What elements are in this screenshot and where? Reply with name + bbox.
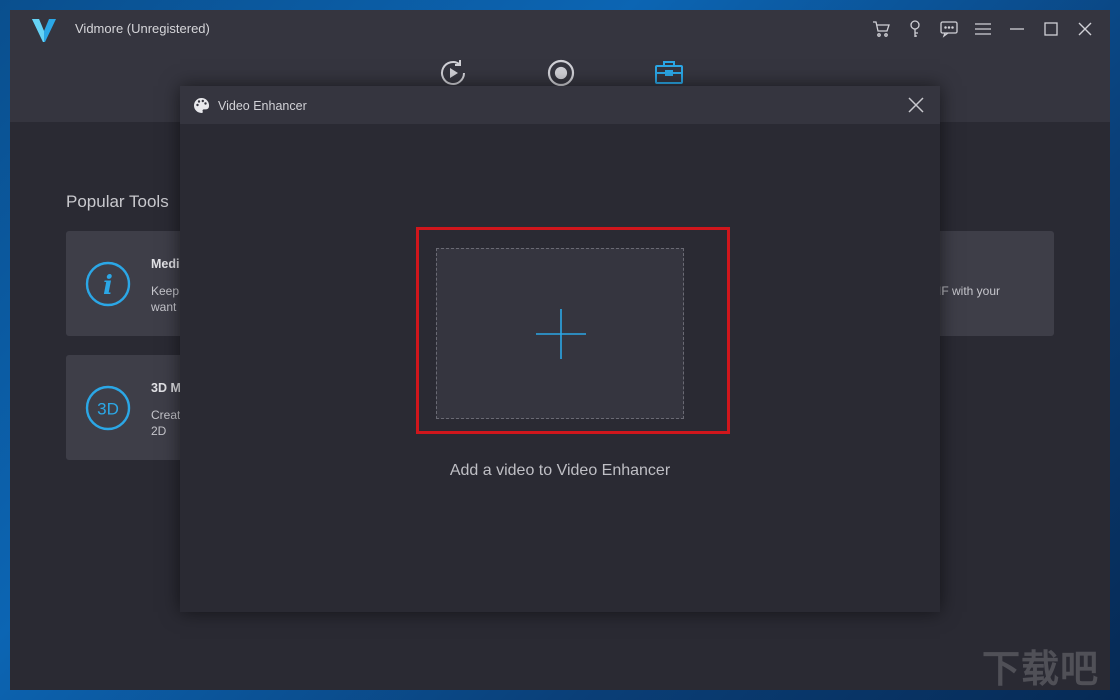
card-title: 3D M bbox=[151, 381, 181, 395]
palette-icon bbox=[194, 98, 210, 113]
card-desc: IF with your bbox=[938, 284, 1001, 298]
watermark: 下载吧 bbox=[982, 638, 1110, 696]
add-video-label: Add a video to Video Enhancer bbox=[449, 462, 671, 479]
tab-record[interactable] bbox=[546, 58, 576, 88]
info-icon: i bbox=[85, 261, 131, 307]
app-window: Vidmore (Unregistered) Popular Tools i M… bbox=[10, 10, 1110, 690]
close-icon[interactable] bbox=[1074, 18, 1096, 40]
dialog-header: Video Enhancer bbox=[180, 86, 940, 124]
dialog-title: Video Enhancer bbox=[218, 99, 307, 113]
toolbox-icon bbox=[655, 61, 683, 84]
minimize-icon[interactable] bbox=[1006, 18, 1028, 40]
card-desc: Keep want bbox=[151, 284, 180, 314]
svg-text:i: i bbox=[103, 271, 113, 301]
menu-icon[interactable] bbox=[972, 18, 994, 40]
watermark-logo: 下载吧 bbox=[982, 647, 1100, 691]
converter-icon bbox=[441, 60, 465, 85]
feedback-icon[interactable] bbox=[938, 18, 960, 40]
video-enhancer-dialog: Video Enhancer Add a video to Video Enha… bbox=[180, 86, 940, 612]
add-video-dropzone[interactable] bbox=[436, 248, 684, 419]
3d-icon: 3D bbox=[85, 385, 131, 431]
cart-icon[interactable] bbox=[870, 18, 892, 40]
record-icon bbox=[547, 59, 575, 87]
svg-text:3D: 3D bbox=[97, 400, 119, 419]
key-icon[interactable] bbox=[904, 18, 926, 40]
section-title: Popular Tools bbox=[66, 192, 169, 211]
dialog-close-icon[interactable] bbox=[906, 95, 926, 115]
plus-icon bbox=[536, 309, 586, 359]
nav-tabs bbox=[438, 58, 684, 88]
card-desc: Creat 2D bbox=[151, 408, 181, 438]
tab-toolbox[interactable] bbox=[654, 58, 684, 88]
maximize-icon[interactable] bbox=[1040, 18, 1062, 40]
app-title: Vidmore (Unregistered) bbox=[75, 21, 210, 36]
card-title: Medi bbox=[151, 257, 180, 271]
tab-converter[interactable] bbox=[438, 58, 468, 88]
vidmore-logo bbox=[32, 19, 56, 42]
window-controls bbox=[870, 18, 1096, 40]
